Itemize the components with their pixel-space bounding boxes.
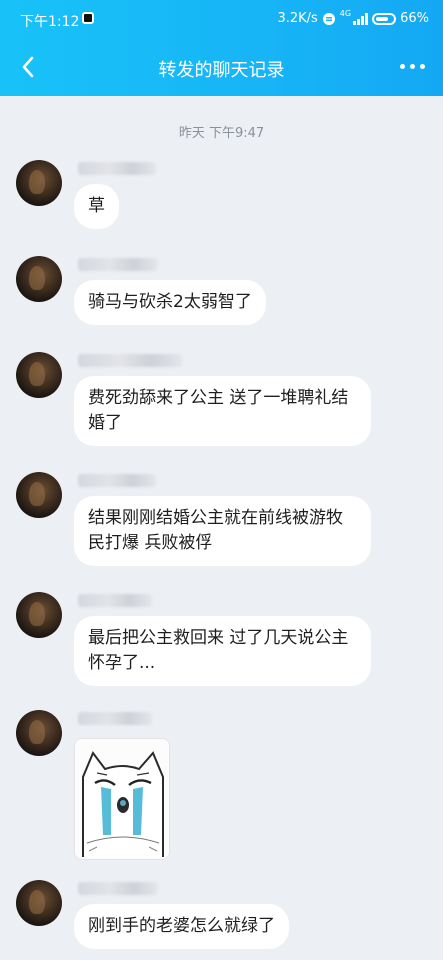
- app-header: 下午1:12 3.2K/s 4G 66% 转发的聊天记录: [0, 0, 443, 96]
- message-bubble[interactable]: 结果刚刚结婚公主就在前线被游牧民打爆 兵败被俘: [74, 496, 371, 566]
- sender-name-redacted: [78, 162, 156, 175]
- chat-history[interactable]: 昨天 下午9:47 草 骑马与砍杀2太弱智了 费死劲舔来了公主 送了一堆聘礼结婚…: [0, 96, 443, 960]
- status-indicators: 3.2K/s 4G 66%: [277, 9, 429, 26]
- net-type: 4G: [339, 9, 352, 18]
- message-bubble[interactable]: 骑马与砍杀2太弱智了: [74, 280, 266, 325]
- avatar[interactable]: [16, 592, 62, 638]
- sender-name-redacted: [78, 594, 152, 607]
- page-title: 转发的聊天记录: [158, 60, 285, 81]
- hd-voice-icon: [322, 12, 335, 25]
- battery-percent: 66%: [400, 11, 429, 26]
- crying-cat-meme-image: [75, 739, 169, 859]
- net-speed: 3.2K/s: [277, 11, 318, 26]
- chat-timestamp: 昨天 下午9:47: [178, 126, 265, 141]
- avatar[interactable]: [16, 160, 62, 206]
- avatar[interactable]: [16, 880, 62, 926]
- signal-icon: [353, 12, 369, 25]
- avatar[interactable]: [16, 256, 62, 302]
- avatar[interactable]: [16, 710, 62, 756]
- avatar[interactable]: [16, 352, 62, 398]
- status-time: 下午1:12: [20, 14, 80, 30]
- sender-name-redacted: [78, 354, 182, 367]
- message-bubble[interactable]: 最后把公主救回来 过了几天说公主怀孕了...: [74, 616, 371, 686]
- more-horizontal-icon[interactable]: [400, 64, 425, 69]
- image-message[interactable]: [74, 738, 170, 860]
- message-bubble[interactable]: 费死劲舔来了公主 送了一堆聘礼结婚了: [74, 376, 371, 446]
- sender-name-redacted: [78, 882, 158, 895]
- battery-icon: [372, 12, 397, 25]
- nav-bar: 转发的聊天记录: [0, 38, 443, 96]
- message-bubble[interactable]: 刚到手的老婆怎么就绿了: [74, 904, 289, 949]
- status-bar: 下午1:12 3.2K/s 4G 66%: [0, 0, 443, 38]
- sender-name-redacted: [78, 474, 156, 487]
- sender-name-redacted: [78, 258, 158, 271]
- sender-name-redacted: [78, 712, 152, 725]
- avatar[interactable]: [16, 472, 62, 518]
- message-bubble[interactable]: 草: [74, 184, 119, 229]
- notification-app-icon: [82, 12, 94, 24]
